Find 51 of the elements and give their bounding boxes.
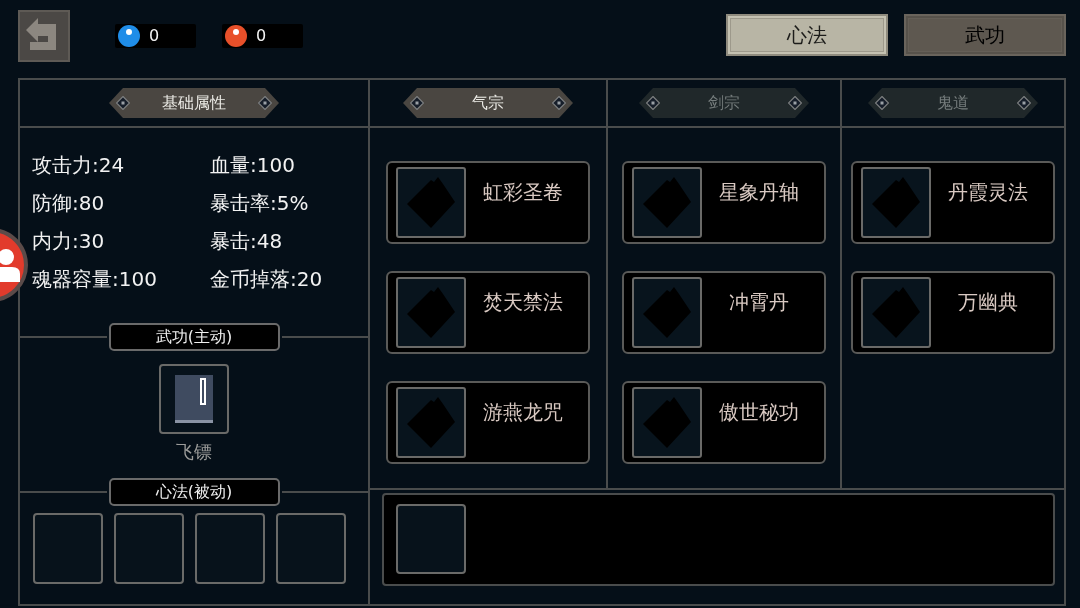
book-silhouette-icon <box>632 167 702 238</box>
person-icon <box>0 248 20 282</box>
book-silhouette-icon <box>861 277 931 348</box>
currency-value: 0 <box>149 26 160 46</box>
back-button[interactable] <box>18 10 70 62</box>
tab[interactable]: 心法 <box>726 14 888 56</box>
stat-text: 血量:100 <box>210 152 296 179</box>
book-silhouette-icon <box>632 277 702 348</box>
book-icon <box>175 375 213 423</box>
skill-slot[interactable] <box>159 364 229 434</box>
diamond-icon <box>552 96 566 110</box>
stat-text: 内力:30 <box>32 228 106 255</box>
stat-text: 金币掉落:20 <box>210 266 324 293</box>
book-silhouette-icon <box>396 277 466 348</box>
diamond-icon <box>646 96 660 110</box>
diamond-icon <box>788 96 802 110</box>
book-silhouette-icon <box>632 387 702 458</box>
book-silhouette-icon <box>396 387 466 458</box>
book-silhouette-icon <box>396 167 466 238</box>
section-label: 武功(主动) <box>108 323 280 351</box>
skill-card[interactable]: 游燕龙咒 <box>386 381 590 464</box>
category-tab[interactable]: 剑宗 <box>639 88 809 118</box>
stat-text: 魂器容量:100 <box>32 266 158 293</box>
skill-name: 飞镖 <box>176 442 212 462</box>
category-tab[interactable]: 气宗 <box>403 88 573 118</box>
stat-text: 暴击率:5% <box>210 190 310 217</box>
diamond-icon <box>116 96 130 110</box>
skill-card[interactable]: 冲霄丹 <box>622 271 826 354</box>
empty-slot[interactable] <box>33 513 103 584</box>
empty-slot[interactable] <box>114 513 184 584</box>
diamond-icon <box>875 96 889 110</box>
skill-card[interactable]: 焚天禁法 <box>386 271 590 354</box>
skill-card[interactable]: 丹霞灵法 <box>851 161 1055 244</box>
category-tab[interactable]: 鬼道 <box>868 88 1038 118</box>
currency-value: 0 <box>256 26 267 46</box>
diamond-icon <box>410 96 424 110</box>
stat-text: 攻击力:24 <box>32 152 126 179</box>
stat-text: 防御:80 <box>32 190 106 217</box>
skill-card[interactable]: 万幽典 <box>851 271 1055 354</box>
skill-card[interactable]: 傲世秘功 <box>622 381 826 464</box>
diamond-icon <box>258 96 272 110</box>
empty-slot[interactable] <box>276 513 346 584</box>
skill-card[interactable]: 虹彩圣卷 <box>386 161 590 244</box>
empty-slot[interactable] <box>396 504 466 574</box>
banner-title: 基础属性 <box>162 92 226 114</box>
stat-text: 暴击:48 <box>210 228 284 255</box>
skill-card[interactable]: 星象丹轴 <box>622 161 826 244</box>
empty-slot[interactable] <box>195 513 265 584</box>
book-silhouette-icon <box>861 167 931 238</box>
section-label: 心法(被动) <box>108 478 280 506</box>
diamond-icon <box>1017 96 1031 110</box>
